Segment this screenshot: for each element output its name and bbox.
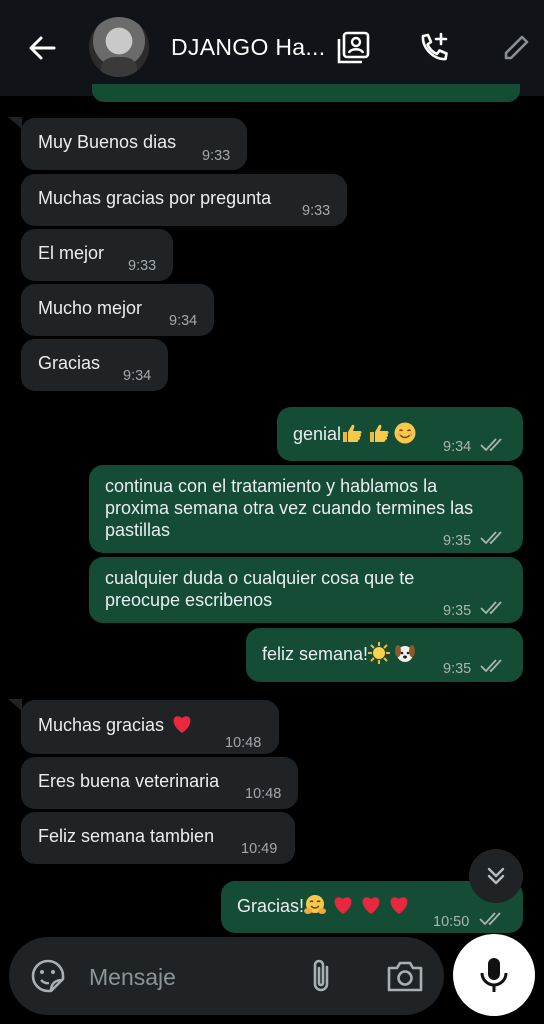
message-time: 9:35 bbox=[443, 533, 472, 549]
message-text: Mucho mejor bbox=[38, 298, 143, 318]
thumbs-up-icon bbox=[343, 424, 362, 442]
message-incoming[interactable]: Feliz semana tambien 10:49 bbox=[21, 812, 295, 864]
message-text: El mejor bbox=[38, 243, 105, 263]
message-outgoing[interactable]: genial 9:34 bbox=[277, 407, 523, 461]
message-time: 10:48 bbox=[245, 786, 282, 802]
message-outgoing[interactable]: cualquier duda o cualquier cosa que te p… bbox=[89, 557, 523, 623]
message-outgoing[interactable]: continua con el tratamiento y hablamos l… bbox=[89, 465, 523, 553]
message-incoming[interactable]: Mucho mejor 9:34 bbox=[21, 284, 214, 336]
red-heart-icon bbox=[390, 897, 408, 914]
message-time: 9:35 bbox=[443, 661, 472, 677]
message-text: Feliz semana tambien bbox=[38, 826, 215, 846]
message-text-content: genial bbox=[293, 424, 342, 444]
avatar[interactable] bbox=[89, 17, 149, 77]
voice-message-button[interactable] bbox=[453, 934, 535, 1016]
message-composer: Mensaje bbox=[9, 937, 444, 1015]
message-incoming[interactable]: Gracias 9:34 bbox=[21, 339, 168, 391]
message-text-content: feliz semana! bbox=[262, 644, 369, 664]
message-text: continua con el tratamiento y hablamos l… bbox=[105, 475, 473, 541]
mic-icon bbox=[480, 958, 508, 992]
message-incoming[interactable]: Muchas gracias por pregunta 9:33 bbox=[21, 174, 347, 226]
attach-icon[interactable] bbox=[305, 957, 339, 995]
message-text-content: Muchas gracias bbox=[38, 715, 165, 735]
message-line: proxima semana otra vez cuando termines … bbox=[105, 498, 474, 518]
contact-card-icon[interactable] bbox=[333, 28, 373, 68]
message-time: 10:49 bbox=[241, 841, 278, 857]
message-text-content: Gracias! bbox=[237, 896, 305, 916]
message-text: Gracias bbox=[38, 353, 101, 373]
message-time: 9:34 bbox=[169, 313, 198, 329]
message-text: Muchas gracias bbox=[38, 713, 193, 736]
read-receipt-icon bbox=[480, 531, 502, 545]
read-receipt-icon bbox=[479, 912, 501, 926]
read-receipt-icon bbox=[480, 438, 502, 452]
message-line: pastillas bbox=[105, 520, 171, 540]
message-incoming[interactable]: Muchas gracias 10:48 bbox=[21, 700, 279, 754]
message-time: 9:33 bbox=[302, 203, 331, 219]
double-chevron-down-icon bbox=[487, 867, 505, 885]
chat-header: DJANGO Ha... bbox=[0, 0, 544, 96]
sun-icon bbox=[368, 642, 391, 664]
red-heart-icon bbox=[173, 716, 191, 733]
message-time: 9:33 bbox=[128, 258, 157, 274]
message-text: Gracias! bbox=[237, 894, 410, 917]
message-outgoing[interactable]: feliz semana! 9:35 bbox=[246, 628, 523, 682]
message-text: genial bbox=[293, 422, 416, 445]
message-incoming[interactable]: Muy Buenos dias 9:33 bbox=[21, 118, 247, 170]
back-arrow-icon[interactable] bbox=[22, 28, 62, 68]
message-time: 9:34 bbox=[123, 368, 152, 384]
previous-message-edge bbox=[92, 84, 520, 102]
message-line: cualquier duda o cualquier cosa que te bbox=[105, 568, 415, 588]
message-text: Eres buena veterinaria bbox=[38, 771, 220, 791]
message-time: 10:48 bbox=[225, 735, 262, 751]
message-line: preocupe escribenos bbox=[105, 590, 273, 610]
message-time: 10:50 bbox=[433, 914, 470, 930]
camera-icon[interactable] bbox=[385, 957, 425, 995]
message-time: 9:34 bbox=[443, 439, 472, 455]
message-time: 9:35 bbox=[443, 603, 472, 619]
red-heart-icon bbox=[362, 897, 380, 914]
bubble-tail bbox=[8, 117, 22, 129]
thumbs-up-icon bbox=[370, 424, 389, 442]
message-line: continua con el tratamiento y hablamos l… bbox=[105, 476, 438, 496]
message-text: cualquier duda o cualquier cosa que te p… bbox=[105, 567, 414, 611]
red-heart-icon bbox=[334, 897, 352, 914]
message-text: feliz semana! bbox=[262, 642, 416, 665]
smiling-face-icon bbox=[394, 422, 416, 444]
edit-pencil-icon[interactable] bbox=[496, 28, 536, 68]
message-incoming[interactable]: El mejor 9:33 bbox=[21, 229, 173, 281]
message-input[interactable]: Mensaje bbox=[89, 964, 176, 991]
hugging-face-icon bbox=[304, 895, 327, 914]
scroll-to-bottom-button[interactable] bbox=[469, 849, 523, 903]
message-time: 9:33 bbox=[202, 148, 231, 164]
message-text: Muy Buenos dias bbox=[38, 132, 177, 152]
dog-face-icon bbox=[395, 645, 416, 662]
sticker-icon[interactable] bbox=[29, 957, 67, 995]
message-text: Muchas gracias por pregunta bbox=[38, 188, 272, 208]
contact-name[interactable]: DJANGO Ha... bbox=[171, 34, 325, 61]
message-incoming[interactable]: Eres buena veterinaria 10:48 bbox=[21, 757, 298, 809]
bubble-tail bbox=[8, 699, 22, 711]
read-receipt-icon bbox=[480, 601, 502, 615]
read-receipt-icon bbox=[480, 659, 502, 673]
add-call-icon[interactable] bbox=[414, 28, 454, 68]
